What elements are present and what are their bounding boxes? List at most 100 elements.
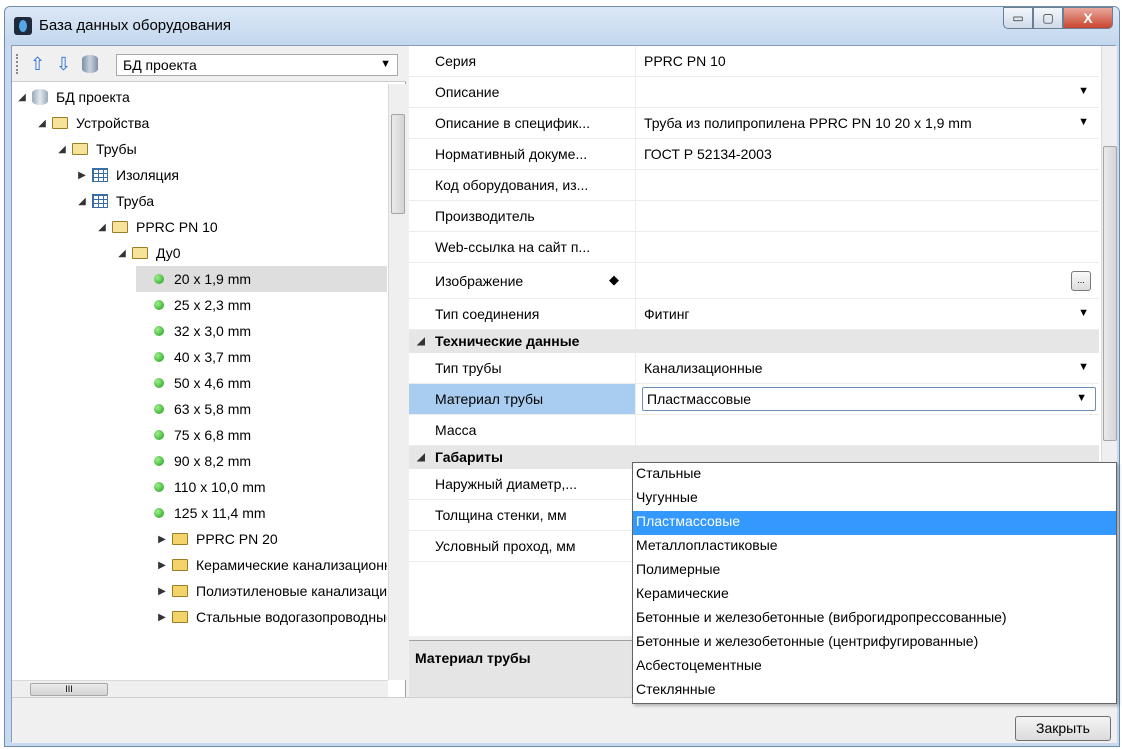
tree-leaf[interactable]: 75 x 6,8 mm [136,422,251,448]
window-controls: ▭ ▢ X [1003,7,1113,29]
tree-leaf[interactable]: 32 x 3,0 mm [136,318,251,344]
chevron-down-icon[interactable]: ▼ [1078,116,1089,128]
dropdown-option[interactable]: Бетонные и железобетонные (центрифугиров… [633,631,1116,655]
tree-leaf[interactable]: 63 x 5,8 mm [136,396,251,422]
equipment-tree: ◢ БД проекта ◢ Устройства ◢ Трубы ▶ Изоляция… [12,84,387,680]
property-row[interactable]: Изображение ◆... [409,263,1099,299]
table-icon [92,194,108,208]
dropdown-option[interactable]: Стальные [633,463,1116,487]
tree-node-steel[interactable]: ▶ Стальные водогазопроводные [156,604,387,630]
property-row[interactable]: Код оборудования, из... [409,170,1099,201]
tree-leaf[interactable]: 50 x 4,6 mm [136,370,251,396]
browse-button[interactable]: ... [1071,271,1091,291]
toolbar-grip[interactable] [16,54,19,74]
title-bar[interactable]: База данных оборудования ▭ ▢ X [5,7,1119,45]
property-row[interactable]: Нормативный докуме... ГОСТ Р 52134-2003 [409,139,1099,170]
dropdown-option[interactable]: Чугунные [633,487,1116,511]
tree-node-devices[interactable]: ◢ Устройства [36,110,149,136]
scroll-thumb[interactable]: III [30,683,108,696]
tree-panel: ⇧ ⇩ БД проекта ▼ ◢ БД проекта ◢ Устройства… [12,46,406,697]
scroll-thumb[interactable] [1103,146,1117,441]
tree-node-ceramic[interactable]: ▶Керамические канализационные [156,552,387,578]
green-dot-icon [154,430,164,440]
tree-leaf[interactable]: 90 x 8,2 mm [136,448,251,474]
tree-node-pipes[interactable]: ◢ Трубы [56,136,137,162]
tree-leaf[interactable]: 40 x 3,7 mm [136,344,251,370]
expanded-icon[interactable]: ◢ [116,248,128,259]
tree-node-du0[interactable]: ◢ Ду0 [116,240,180,266]
category-technical[interactable]: ◢ Технические данные [409,330,1099,353]
database-select[interactable]: БД проекта ▼ [116,54,398,76]
expanded-icon[interactable]: ◢ [36,118,48,129]
dropdown-option[interactable]: Бетонные и железобетонные (виброгидропре… [633,607,1116,631]
expanded-icon[interactable]: ◢ [16,92,28,103]
minimize-button[interactable]: ▭ [1003,7,1033,29]
scroll-thumb[interactable] [391,114,405,214]
chevron-down-icon[interactable]: ▼ [1078,85,1089,97]
tree-node-pprc-pn20[interactable]: ▶ PPRC PN 20 [156,526,278,552]
green-dot-icon [154,508,164,518]
app-icon [14,17,32,35]
property-row[interactable]: Производитель [409,201,1099,232]
tree-leaf[interactable]: 125 x 11,4 mm [136,500,266,526]
collapsed-icon[interactable]: ▶ [156,586,168,597]
property-row-selected[interactable]: Материал трубы Пластмассовые ▼ [409,384,1099,415]
expanded-icon[interactable]: ◢ [415,336,427,347]
close-window-button[interactable]: X [1063,7,1113,29]
chevron-down-icon[interactable]: ▼ [1076,392,1087,404]
database-icon [32,89,48,105]
green-dot-icon [154,378,164,388]
green-dot-icon [154,482,164,492]
minimize-icon: ▭ [1012,11,1024,25]
close-button[interactable]: Закрыть [1015,716,1111,741]
folder-open-icon [52,117,68,129]
tree-node-root[interactable]: ◢ БД проекта [16,84,130,110]
dropdown-option[interactable]: Полимерные [633,559,1116,583]
description-title: Материал трубы [415,650,531,666]
property-row[interactable]: Описание ▼ [409,77,1099,108]
tree-node-insulation[interactable]: ▶ Изоляция [76,162,179,188]
collapsed-icon[interactable]: ▶ [76,170,88,181]
tree-node-polyethylene[interactable]: ▶Полиэтиленовые канализационные [156,578,387,604]
green-dot-icon [154,456,164,466]
folder-open-icon [72,143,88,155]
collapsed-icon[interactable]: ▶ [156,560,168,571]
tree-leaf[interactable]: 110 x 10,0 mm [136,474,266,500]
property-row[interactable]: Web-ссылка на сайт п... [409,232,1099,263]
tree-node-pprc-pn10[interactable]: ◢ PPRC PN 10 [96,214,218,240]
collapsed-icon[interactable]: ▶ [156,534,168,545]
expanded-icon[interactable]: ◢ [76,196,88,207]
tree-horizontal-scrollbar[interactable]: III [12,680,388,697]
dropdown-option[interactable]: Стеклянные [633,679,1116,703]
database-settings-icon[interactable] [82,55,98,73]
pipe-material-dropdown-list: Стальные Чугунные Пластмассовые Металлоп… [632,462,1117,704]
dropdown-option[interactable]: Керамические [633,583,1116,607]
property-row[interactable]: Масса [409,415,1099,446]
expanded-icon[interactable]: ◢ [96,222,108,233]
chevron-down-icon[interactable]: ▼ [1078,361,1089,373]
move-down-icon[interactable]: ⇩ [56,54,76,74]
tree-vertical-scrollbar[interactable] [388,84,406,680]
maximize-button[interactable]: ▢ [1033,7,1063,29]
tree-node-pipe[interactable]: ◢ Труба [76,188,154,214]
chevron-down-icon[interactable]: ▼ [1078,307,1089,319]
move-up-icon[interactable]: ⇧ [30,54,50,74]
dropdown-option-selected[interactable]: Пластмассовые [633,511,1116,535]
dropdown-option[interactable]: Металлопластиковые [633,535,1116,559]
pipe-material-select[interactable]: Пластмассовые ▼ [642,387,1096,411]
folder-icon [172,559,188,571]
dropdown-option[interactable]: Асбестоцементные [633,655,1116,679]
database-select-value: БД проекта [123,57,197,73]
tree-leaf[interactable]: 25 x 2,3 mm [136,292,251,318]
diamond-icon: ◆ [609,272,619,287]
green-dot-icon [154,352,164,362]
property-row[interactable]: Серия PPRC PN 10 [409,46,1099,77]
tree-leaf[interactable]: 20 x 1,9 mm [136,266,387,292]
expanded-icon[interactable]: ◢ [56,144,68,155]
collapsed-icon[interactable]: ▶ [156,612,168,623]
property-row[interactable]: Описание в специфик... Труба из полипропи… [409,108,1099,139]
property-row[interactable]: Тип трубы Канализационные ▼ [409,353,1099,384]
property-row[interactable]: Тип соединения Фитинг ▼ [409,299,1099,330]
expanded-icon[interactable]: ◢ [415,452,427,463]
table-icon [92,168,108,182]
